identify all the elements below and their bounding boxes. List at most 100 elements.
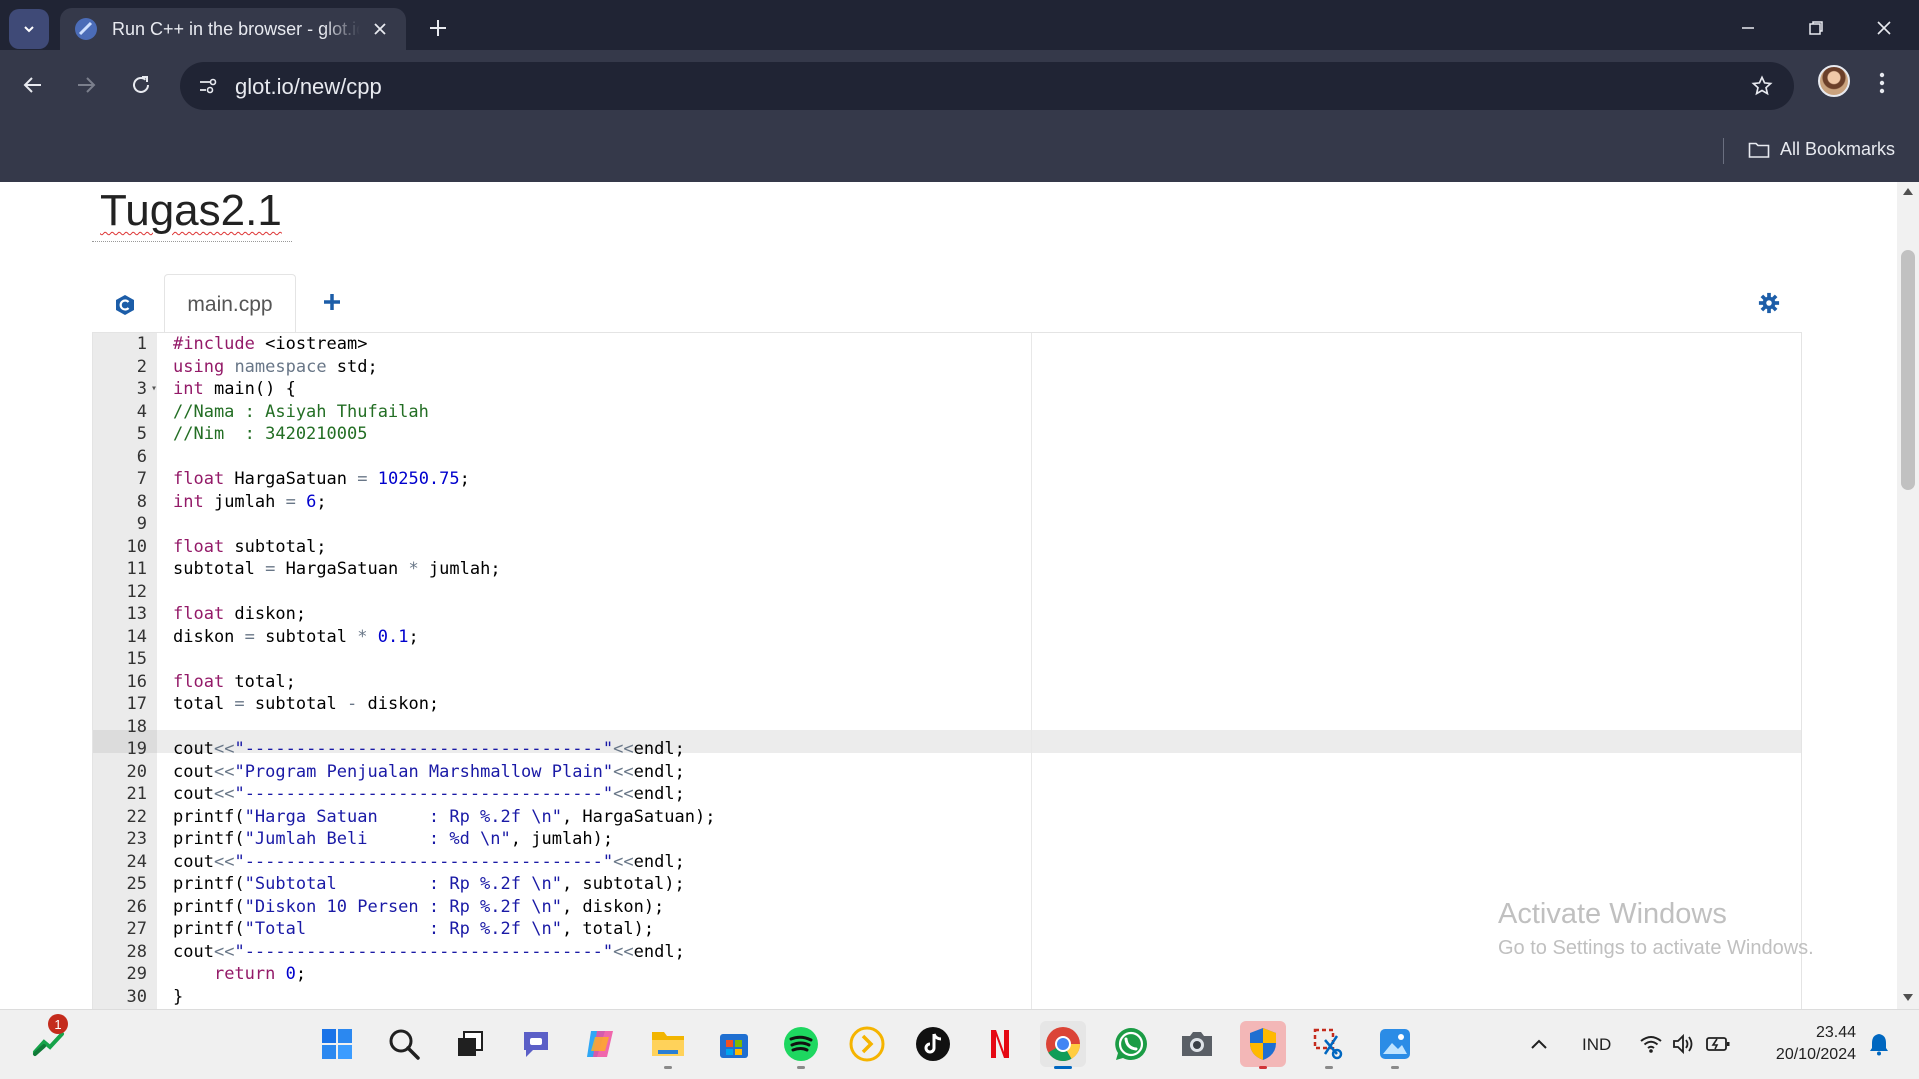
security-icon — [1250, 1028, 1276, 1060]
tiktok-button[interactable] — [910, 1021, 956, 1067]
line-number: 19 — [126, 739, 147, 759]
file-explorer-icon — [652, 1032, 684, 1056]
start-button[interactable] — [314, 1021, 360, 1067]
browser-tab[interactable]: Run C++ in the browser - glot.io — [60, 8, 406, 50]
code-line[interactable]: 22 printf("Harga Satuan : Rp %.2f \n", Ha… — [93, 806, 1801, 829]
system-clock[interactable]: 23.44 20/10/2024 — [1760, 1022, 1856, 1066]
forward-button[interactable] — [66, 65, 106, 105]
code-line[interactable]: 30} — [93, 986, 1801, 1009]
line-number: 23 — [126, 829, 147, 849]
chat-button[interactable] — [513, 1021, 559, 1067]
arrow-right-icon — [78, 77, 96, 93]
code-line[interactable]: 17 total = subtotal - diskon; — [93, 693, 1801, 716]
quick-settings-button[interactable] — [1630, 1021, 1740, 1067]
tab-main-cpp[interactable]: main.cpp — [164, 274, 296, 334]
code-line[interactable]: 20 cout<<"Program Penjualan Marshmallow P… — [93, 761, 1801, 784]
new-tab-button[interactable] — [424, 14, 452, 42]
line-number: 29 — [126, 964, 147, 984]
camera-button[interactable] — [1174, 1021, 1220, 1067]
bookmark-star-icon[interactable] — [1748, 72, 1776, 100]
code-line[interactable]: 16 float total; — [93, 671, 1801, 694]
code-line[interactable]: 10 float subtotal; — [93, 536, 1801, 559]
code-line[interactable]: 9 — [93, 513, 1801, 536]
code-line[interactable]: 29 return 0; — [93, 963, 1801, 986]
code-line[interactable]: 3 ▾ int main() { — [93, 378, 1801, 401]
netflix-button[interactable] — [977, 1021, 1023, 1067]
scroll-up-arrow-icon[interactable] — [1903, 188, 1913, 195]
reload-button[interactable] — [121, 65, 161, 105]
line-number: 16 — [126, 671, 147, 692]
code-line[interactable]: 23 printf("Jumlah Beli : %d \n", jumlah); — [93, 828, 1801, 851]
browser-tab-strip: Run C++ in the browser - glot.io — [0, 0, 1919, 50]
code-line[interactable]: 12 — [93, 581, 1801, 604]
close-window-button[interactable] — [1864, 10, 1904, 46]
notifications-button[interactable] — [1864, 1021, 1894, 1067]
code-line[interactable]: 1 #include <iostream> — [93, 333, 1801, 356]
widgets-badge: 1 — [48, 1014, 68, 1034]
code-line[interactable]: 15 — [93, 648, 1801, 671]
plex-button[interactable] — [844, 1021, 890, 1067]
code-text: subtotal = HargaSatuan * jumlah; — [173, 559, 501, 579]
url-text: glot.io/new/cpp — [235, 74, 382, 99]
copilot-button[interactable] — [578, 1021, 624, 1067]
code-line[interactable]: 2 using namespace std; — [93, 356, 1801, 379]
minimize-button[interactable] — [1728, 10, 1768, 46]
search-button[interactable] — [381, 1021, 427, 1067]
security-button[interactable] — [1240, 1021, 1286, 1069]
whatsapp-button[interactable] — [1108, 1021, 1154, 1067]
code-text: printf("Diskon 10 Persen : Rp %.2f \n", … — [173, 896, 665, 917]
code-text: cout<<"---------------------------------… — [173, 941, 685, 962]
store-button[interactable] — [711, 1021, 757, 1067]
scroll-thumb[interactable] — [1901, 250, 1915, 490]
line-number: 14 — [126, 626, 147, 647]
browser-menu-icon[interactable] — [1872, 68, 1892, 98]
add-file-icon[interactable] — [320, 290, 344, 314]
volume-icon — [1673, 1033, 1693, 1055]
snippet-title[interactable]: Tugas2.1 — [100, 186, 282, 236]
photos-button[interactable] — [1372, 1021, 1418, 1069]
fold-arrow-icon[interactable]: ▾ — [151, 378, 157, 401]
code-line[interactable]: 19 cout<<"-------------------------------… — [93, 738, 1801, 761]
spotify-button[interactable] — [778, 1021, 824, 1069]
profile-avatar[interactable] — [1818, 65, 1850, 97]
input-language[interactable]: IND — [1582, 1035, 1611, 1055]
code-line[interactable]: 13 float diskon; — [93, 603, 1801, 626]
code-line[interactable]: 4 //Nama : Asiyah Thufailah — [93, 401, 1801, 424]
minimize-icon — [1742, 27, 1754, 29]
code-line[interactable]: 21 cout<<"-------------------------------… — [93, 783, 1801, 806]
code-text: printf("Jumlah Beli : %d \n", jumlah); — [173, 829, 614, 849]
close-icon — [1877, 21, 1891, 35]
code-text: printf("Harga Satuan : Rp %.2f \n", Harg… — [173, 806, 716, 827]
page-scrollbar[interactable] — [1897, 182, 1919, 1009]
code-line[interactable]: 11 subtotal = HargaSatuan * jumlah; — [93, 558, 1801, 581]
all-bookmarks-button[interactable]: All Bookmarks — [1748, 139, 1895, 160]
clock-date: 20/10/2024 — [1775, 1046, 1856, 1063]
scroll-down-arrow-icon[interactable] — [1903, 994, 1913, 1001]
address-bar[interactable]: glot.io/new/cpp — [180, 62, 1794, 110]
back-button[interactable] — [13, 65, 53, 105]
cpp-icon[interactable] — [114, 294, 136, 316]
code-line[interactable]: 7 float HargaSatuan = 10250.75; — [93, 468, 1801, 491]
chevron-up-icon — [1531, 1039, 1547, 1049]
plex-icon — [849, 1026, 885, 1062]
task-view-button[interactable] — [447, 1021, 493, 1067]
code-line[interactable]: 14 diskon = subtotal * 0.1; — [93, 626, 1801, 649]
site-info-icon[interactable] — [194, 72, 222, 100]
line-number: 1 — [136, 334, 147, 354]
gear-icon[interactable] — [1758, 292, 1780, 314]
close-tab-icon[interactable] — [368, 17, 392, 41]
tab-search-button[interactable] — [9, 9, 49, 49]
show-hidden-icons-button[interactable] — [1516, 1021, 1562, 1067]
code-line[interactable]: 25 printf("Subtotal : Rp %.2f \n", subtot… — [93, 873, 1801, 896]
code-line[interactable]: 24 cout<<"-------------------------------… — [93, 851, 1801, 874]
chrome-button[interactable] — [1040, 1021, 1086, 1069]
code-line[interactable]: 6 — [93, 446, 1801, 469]
chrome-icon — [1046, 1027, 1080, 1061]
file-explorer-button[interactable] — [645, 1021, 691, 1069]
code-line[interactable]: 18 — [93, 716, 1801, 739]
code-line[interactable]: 8 int jumlah = 6; — [93, 491, 1801, 514]
restore-button[interactable] — [1796, 10, 1836, 46]
code-line[interactable]: 5 //Nim : 3420210005 — [93, 423, 1801, 446]
snipping-tool-button[interactable] — [1306, 1021, 1352, 1069]
widgets-button[interactable]: 1 — [26, 1014, 72, 1066]
